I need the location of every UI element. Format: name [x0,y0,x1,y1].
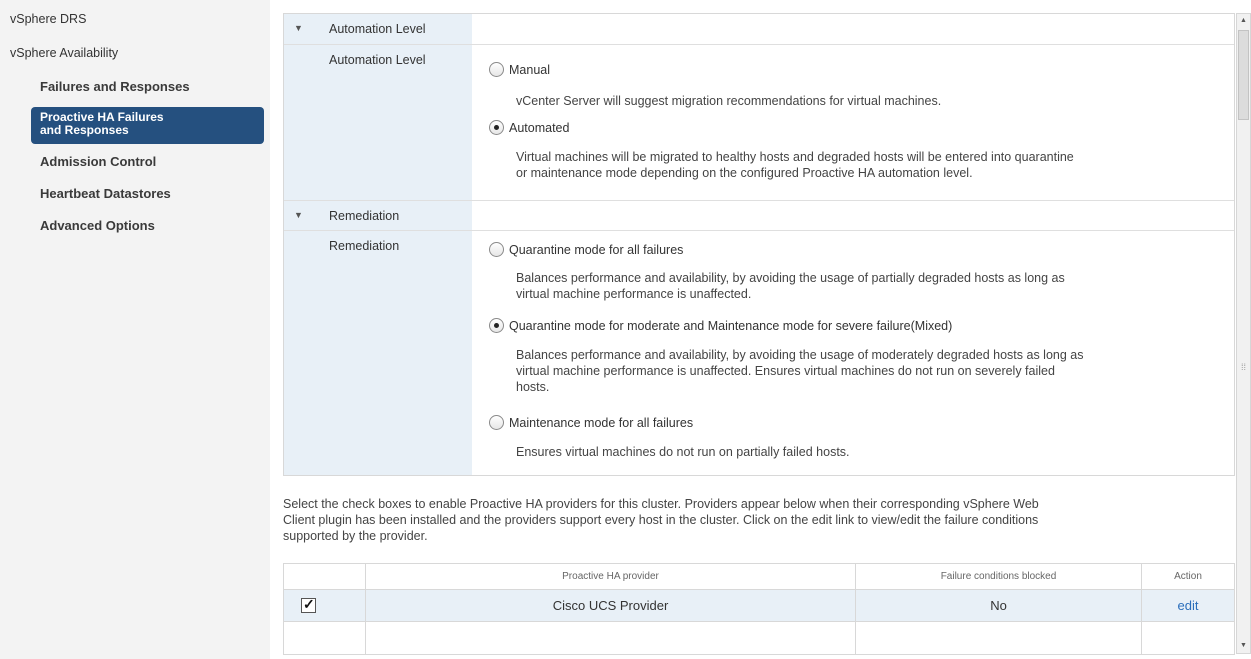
scroll-down-arrow-icon[interactable]: ▼ [1237,639,1250,653]
remediation-section-title: Remediation [329,209,400,223]
resize-grip-icon[interactable]: ⁞⁞ [1241,362,1246,372]
table-header-checkbox [284,564,366,589]
scroll-up-arrow-icon[interactable]: ▲ [1237,14,1250,28]
table-row: ✓ Cisco UCS Provider No edit [284,589,1234,622]
remediation-quarantine-description: Balances performance and availability, b… [516,271,1065,301]
failure-conditions-cell: No [856,590,1142,621]
collapse-caret-icon[interactable]: ▼ [294,210,303,220]
table-header-action[interactable]: Action [1142,564,1234,589]
radio-unselected-icon [489,415,504,430]
collapse-caret-icon[interactable]: ▼ [294,23,303,33]
table-header-failure-conditions[interactable]: Failure conditions blocked [856,564,1142,589]
remediation-mixed-radio[interactable]: Quarantine mode for moderate and Mainten… [489,318,952,333]
remediation-quarantine-radio[interactable]: Quarantine mode for all failures [489,242,683,257]
remediation-maintenance-radio[interactable]: Maintenance mode for all failures [489,415,693,430]
provider-enable-checkbox[interactable]: ✓ [301,596,316,613]
vertical-scrollbar[interactable]: ▲ ▼ [1236,13,1251,654]
providers-info-text: Select the check boxes to enable Proacti… [283,497,1039,543]
automation-level-section-title: Automation Level [329,22,426,36]
table-header-provider[interactable]: Proactive HA provider [366,564,856,589]
radio-unselected-icon [489,242,504,257]
automation-manual-description: vCenter Server will suggest migration re… [516,94,942,108]
remediation-section-header: ▼ Remediation [284,200,1234,231]
radio-selected-icon [489,120,504,135]
action-cell: edit [1142,590,1234,621]
edit-link[interactable]: edit [1178,598,1199,613]
sidebar-item-vsphere-availability[interactable]: vSphere Availability [10,46,280,60]
radio-selected-icon [489,318,504,333]
automation-level-section-header: ▼ Automation Level [284,14,1234,45]
automation-level-field-label: Automation Level [329,53,426,67]
providers-table: Proactive HA provider Failure conditions… [283,563,1235,655]
radio-unselected-icon [489,62,504,77]
remediation-maintenance-description: Ensures virtual machines do not run on p… [516,445,850,459]
proactive-ha-settings-panel: ▼ Automation Level Automation Level Manu… [283,13,1235,476]
table-row-empty [284,622,1234,654]
remediation-mixed-description: Balances performance and availability, b… [516,348,1084,394]
checkmark-icon: ✓ [303,596,315,612]
automation-manual-radio[interactable]: Manual [489,62,550,77]
remediation-field-label: Remediation [329,239,400,253]
automation-automated-description: Virtual machines will be migrated to hea… [516,150,1074,180]
sidebar-item-proactive-ha-line2: and Responses [40,123,129,137]
main-content: ▼ Automation Level Automation Level Manu… [270,0,1236,659]
sidebar-item-vsphere-drs[interactable]: vSphere DRS [10,12,280,26]
sidebar-item-proactive-ha[interactable]: Proactive HA Failures and Responses [31,107,264,144]
scrollbar-thumb[interactable] [1238,30,1249,120]
checkbox-cell: ✓ [284,590,366,621]
settings-sidebar: vSphere DRS vSphere Availability Failure… [0,0,270,659]
provider-name-cell: Cisco UCS Provider [366,590,856,621]
automation-automated-radio[interactable]: Automated [489,120,569,135]
